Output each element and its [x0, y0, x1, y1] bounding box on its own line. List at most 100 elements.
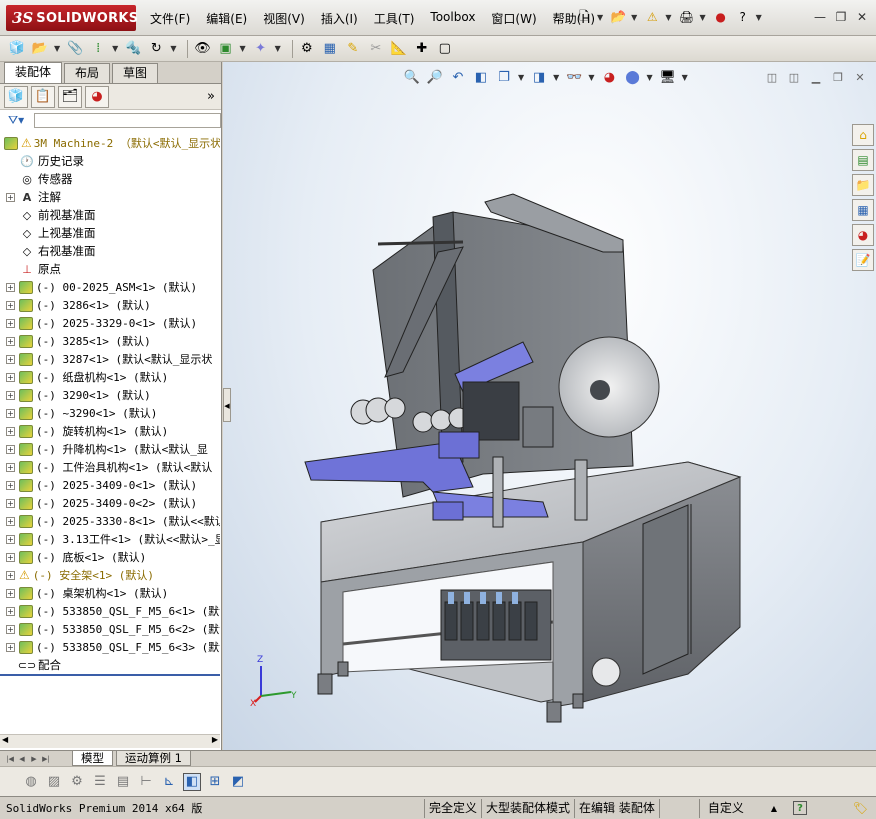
show-hidden-icon[interactable]: 👁: [193, 40, 211, 58]
tree-root[interactable]: ⚠ 3M Machine-2 （默认<默认_显示状: [0, 134, 220, 152]
chevron-down-icon[interactable]: ▼: [665, 13, 671, 22]
tree-item-history[interactable]: 🕐 历史记录: [0, 152, 220, 170]
mate-icon[interactable]: 📎: [66, 40, 84, 58]
tree-item-component[interactable]: + (-) 3287<1> (默认<默认_显示状: [0, 350, 220, 368]
menu-insert[interactable]: 插入(I): [321, 10, 358, 27]
edit-component-icon[interactable]: 🧊: [8, 40, 26, 58]
chevron-down-icon[interactable]: ▼: [112, 44, 118, 53]
new-document-icon[interactable]: 🗋: [575, 8, 593, 26]
expand-icon[interactable]: +: [6, 606, 15, 616]
menu-toolbox[interactable]: Toolbox: [430, 10, 475, 27]
render-icon[interactable]: ◩: [229, 773, 247, 791]
instant3d-icon[interactable]: ▢: [436, 40, 454, 58]
tree-item-component[interactable]: + (-) 00-2025_ASM<1> (默认): [0, 278, 220, 296]
tree-item-component[interactable]: + (-) 3.13工件<1> (默认<<默认>_显: [0, 530, 220, 548]
solidworks-logo[interactable]: 3S SOLIDWORKS: [6, 5, 138, 31]
restore-icon[interactable]: ❐: [833, 9, 849, 25]
chart-view-icon[interactable]: ⊾: [160, 773, 178, 791]
first-tab-icon[interactable]: |◀: [4, 753, 16, 765]
help-icon[interactable]: ?: [793, 801, 808, 815]
reference-geometry-icon[interactable]: ✦: [252, 40, 270, 58]
performance-icon[interactable]: ⚙: [68, 773, 86, 791]
menu-edit[interactable]: 编辑(E): [206, 10, 247, 27]
expand-icon[interactable]: +: [6, 192, 15, 202]
prev-tab-icon[interactable]: ◀: [16, 753, 28, 765]
dimension-icon[interactable]: ⊢: [137, 773, 155, 791]
tree-item-component[interactable]: + (-) 升降机构<1> (默认<默认_显: [0, 440, 220, 458]
status-mode[interactable]: 大型装配体模式: [481, 798, 574, 818]
menu-tools[interactable]: 工具(T): [374, 10, 415, 27]
tree-item-component[interactable]: + ⚠ (-) 安全架<1> (默认): [0, 566, 220, 584]
explode-line-icon[interactable]: ✎: [344, 40, 362, 58]
configuration-manager-icon[interactable]: 🗂: [58, 85, 82, 108]
minimize-icon[interactable]: —: [812, 9, 828, 25]
shaded-view-icon[interactable]: ▨: [45, 773, 63, 791]
tree-item-component[interactable]: + (-) 2025-3409-0<1> (默认): [0, 476, 220, 494]
table-view-icon[interactable]: ▤: [114, 773, 132, 791]
chevron-down-icon[interactable]: ▼: [275, 44, 281, 53]
open-folder-icon[interactable]: 📂: [609, 8, 627, 26]
tree-item-component[interactable]: + (-) 3285<1> (默认): [0, 332, 220, 350]
tree-item-annotations[interactable]: + A 注解: [0, 188, 220, 206]
expand-icon[interactable]: +: [6, 534, 15, 544]
expand-icon[interactable]: +: [6, 498, 15, 508]
move-component-icon[interactable]: ↻: [147, 40, 165, 58]
rebuild-warning-icon[interactable]: ⚠: [643, 8, 661, 26]
expand-icon[interactable]: +: [6, 408, 15, 418]
feature-manager-icon[interactable]: 🧊: [4, 85, 28, 108]
menu-view[interactable]: 视图(V): [263, 10, 305, 27]
expand-icon[interactable]: +: [6, 552, 15, 562]
help-icon[interactable]: ?: [734, 8, 752, 26]
exploded-view-icon[interactable]: ▦: [321, 40, 339, 58]
tab-layout[interactable]: 布局: [64, 63, 111, 83]
chevron-down-icon[interactable]: ▼: [631, 13, 637, 22]
tree-item-component[interactable]: + (-) 533850_QSL_F_M5_6<1> (默认: [0, 602, 220, 620]
expand-icon[interactable]: +: [6, 354, 15, 364]
tree-item-top-plane[interactable]: ◇ 上视基准面: [0, 224, 220, 242]
next-tab-icon[interactable]: ▶: [28, 753, 40, 765]
chevron-down-icon[interactable]: ▼: [756, 13, 762, 22]
insert-component-icon[interactable]: 📂: [31, 40, 49, 58]
units-dropdown-icon[interactable]: ▲: [771, 804, 777, 813]
chevron-down-icon[interactable]: ▼: [170, 44, 176, 53]
tree-item-component[interactable]: + (-) 3286<1> (默认): [0, 296, 220, 314]
smart-fasteners-icon[interactable]: 🔩: [124, 40, 142, 58]
expand-chevron-icon[interactable]: »: [207, 89, 215, 104]
horizontal-scrollbar[interactable]: ◀ ▶: [0, 734, 220, 748]
chevron-down-icon[interactable]: ▼: [239, 44, 245, 53]
tree-item-component[interactable]: + (-) 533850_QSL_F_M5_6<3> (默认: [0, 638, 220, 656]
chevron-down-icon[interactable]: ▼: [597, 13, 603, 22]
expand-icon[interactable]: +: [6, 426, 15, 436]
list-view-icon[interactable]: ☰: [91, 773, 109, 791]
expand-icon[interactable]: +: [6, 372, 15, 382]
status-units[interactable]: 自定义: [698, 798, 777, 818]
tab-model[interactable]: 模型: [72, 751, 113, 766]
tab-sketch[interactable]: 草图: [112, 63, 159, 83]
tree-item-sensors[interactable]: ◎ 传感器: [0, 170, 220, 188]
expand-icon[interactable]: +: [6, 444, 15, 454]
tree-item-component[interactable]: + (-) ~3290<1> (默认): [0, 404, 220, 422]
tree-item-component[interactable]: + (-) 2025-3409-0<2> (默认): [0, 494, 220, 512]
scroll-right-icon[interactable]: ▶: [212, 735, 218, 744]
tree-item-component[interactable]: + (-) 2025-3329-0<1> (默认): [0, 314, 220, 332]
menu-window[interactable]: 窗口(W): [491, 10, 536, 27]
linear-pattern-icon[interactable]: ⁞: [89, 40, 107, 58]
expand-icon[interactable]: +: [6, 336, 15, 346]
last-tab-icon[interactable]: ▶|: [40, 753, 52, 765]
tree-item-origin[interactable]: ⊥ 原点: [0, 260, 220, 278]
tree-item-component[interactable]: + (-) 3290<1> (默认): [0, 386, 220, 404]
tree-item-component[interactable]: + (-) 2025-3330-8<1> (默认<<默认: [0, 512, 220, 530]
hole-alignment-icon[interactable]: ✚: [413, 40, 431, 58]
tree-item-component[interactable]: + (-) 底板<1> (默认): [0, 548, 220, 566]
tree-item-component[interactable]: + (-) 桌架机构<1> (默认): [0, 584, 220, 602]
clearance-icon[interactable]: 📐: [390, 40, 408, 58]
expand-icon[interactable]: +: [6, 642, 15, 652]
assembly-model[interactable]: Z Y X: [223, 62, 876, 750]
scroll-left-icon[interactable]: ◀: [2, 735, 8, 744]
expand-icon[interactable]: +: [6, 282, 15, 292]
tree-item-component[interactable]: + (-) 533850_QSL_F_M5_6<2> (默认: [0, 620, 220, 638]
expand-icon[interactable]: +: [6, 390, 15, 400]
expand-icon[interactable]: +: [6, 570, 15, 580]
expand-icon[interactable]: +: [6, 462, 15, 472]
chevron-down-icon[interactable]: ▼: [54, 44, 60, 53]
